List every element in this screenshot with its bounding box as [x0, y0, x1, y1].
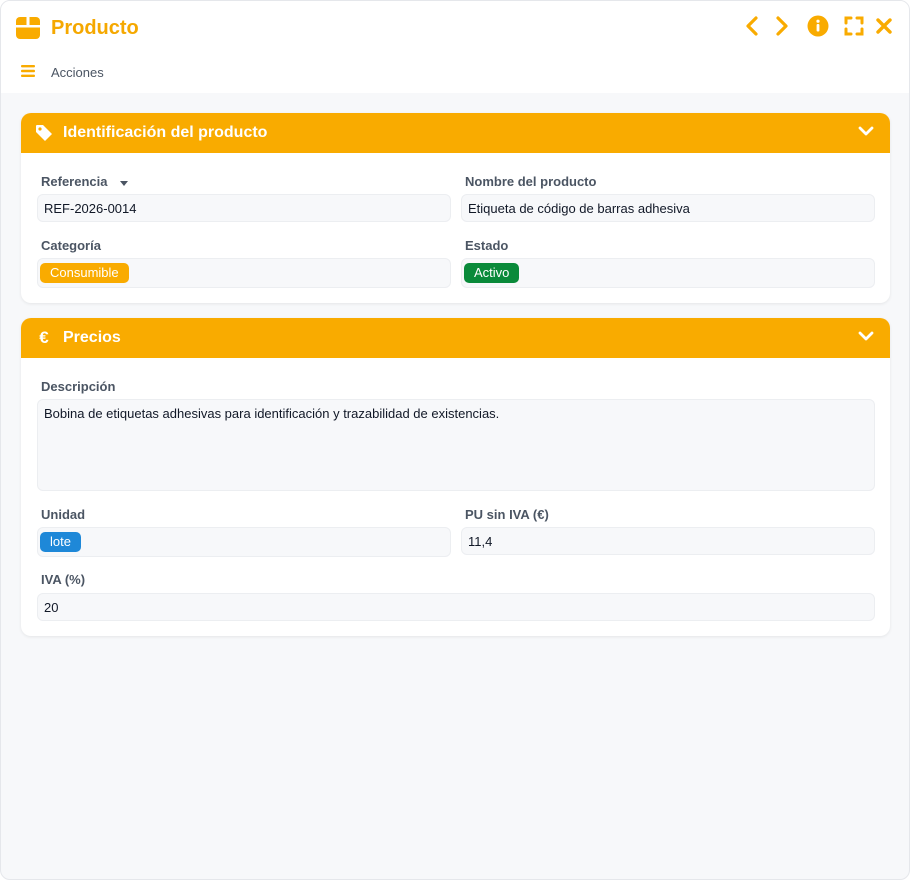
pricing-panel: € Precios Descripción Bobina de etiqueta…: [21, 318, 890, 636]
window-controls: [741, 15, 895, 37]
descripcion-textarea[interactable]: Bobina de etiquetas adhesivas para ident…: [37, 399, 875, 491]
chevron-down-icon[interactable]: [858, 124, 874, 142]
categoria-field[interactable]: Consumible: [37, 258, 451, 288]
descripcion-label: Descripción: [41, 379, 116, 394]
iva-field[interactable]: 20: [37, 593, 875, 621]
referencia-label: Referencia: [41, 174, 129, 190]
nombre-label: Nombre del producto: [465, 174, 597, 189]
window-title: Producto: [51, 16, 139, 39]
identification-panel: Identificación del producto Referencia R…: [21, 113, 890, 303]
estado-pill: Activo: [464, 263, 520, 283]
pu-label: PU sin IVA (€): [465, 507, 549, 522]
unidad-pill: lote: [40, 532, 81, 552]
categoria-pill: Consumible: [40, 263, 129, 283]
actions-menu[interactable]: Acciones: [21, 65, 104, 80]
categoria-label: Categoría: [41, 238, 101, 253]
referencia-field[interactable]: REF-2026-0014: [37, 194, 451, 222]
title-row: Producto: [15, 13, 139, 43]
identification-header[interactable]: Identificación del producto: [21, 113, 890, 153]
euro-icon: €: [39, 328, 49, 347]
pricing-header[interactable]: € Precios: [21, 318, 890, 358]
nombre-field[interactable]: Etiqueta de código de barras adhesiva: [461, 194, 875, 222]
hamburger-icon: [21, 65, 35, 80]
tag-icon: [35, 124, 53, 142]
pricing-title: Precios: [63, 329, 121, 346]
pu-field[interactable]: 11,4: [461, 527, 875, 555]
expand-icon[interactable]: [843, 15, 865, 37]
identification-title: Identificación del producto: [63, 124, 268, 141]
info-icon[interactable]: [807, 15, 829, 37]
caret-down-icon[interactable]: [119, 175, 129, 190]
actions-label: Acciones: [51, 65, 104, 80]
iva-label: IVA (%): [41, 572, 86, 587]
estado-field[interactable]: Activo: [461, 258, 875, 288]
close-icon[interactable]: [873, 15, 895, 37]
chevron-down-icon[interactable]: [858, 329, 874, 347]
chevron-left-icon[interactable]: [741, 15, 763, 37]
estado-label: Estado: [465, 238, 509, 253]
chevron-right-icon[interactable]: [771, 15, 793, 37]
product-window: Producto Acciones Identificación del pro…: [0, 0, 910, 880]
box-icon: [15, 15, 41, 41]
unidad-label: Unidad: [41, 507, 86, 522]
window-header: Producto Acciones: [1, 1, 909, 93]
unidad-field[interactable]: lote: [37, 527, 451, 557]
